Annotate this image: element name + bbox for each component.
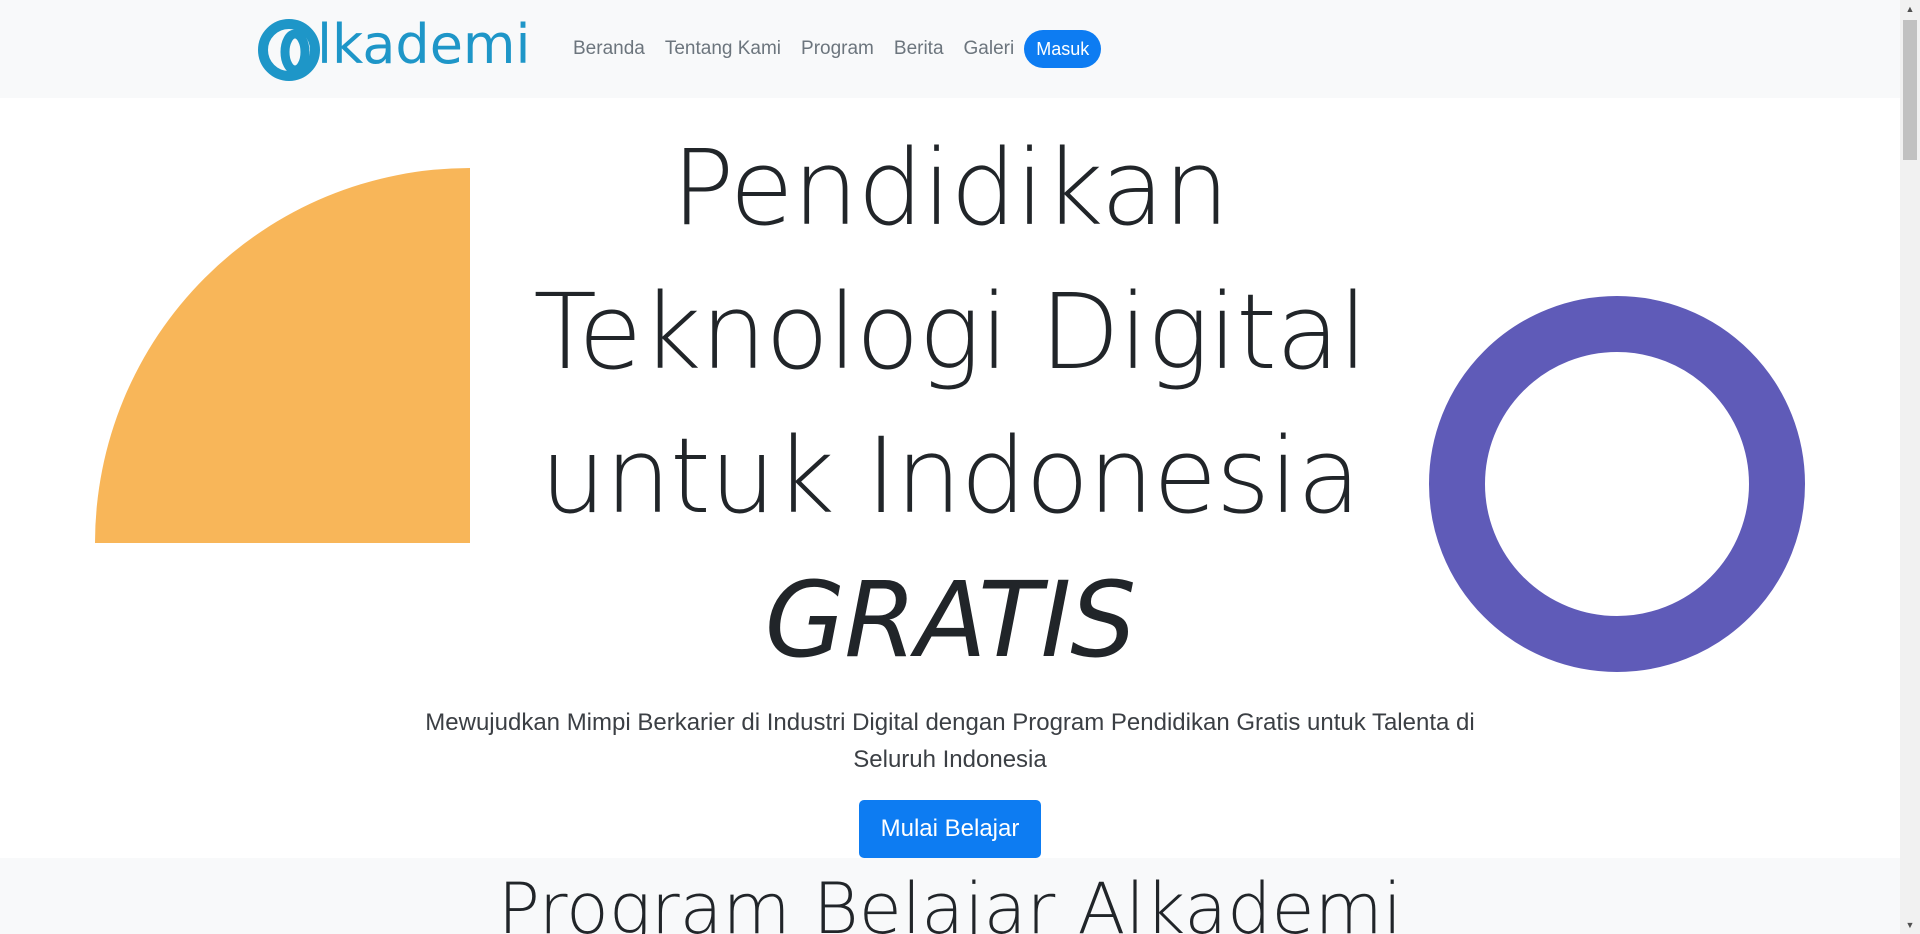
hero-title-line: Teknologi Digital	[533, 271, 1367, 393]
nav-link-program[interactable]: Program	[791, 30, 884, 68]
main-nav: Beranda Tentang Kami Program Berita Gale…	[563, 30, 1102, 68]
ring-decoration	[1429, 296, 1805, 672]
alkademi-logo-icon	[255, 12, 327, 84]
brand-name: lkademi	[317, 13, 531, 76]
program-section: Program Belajar Alkademi	[0, 858, 1900, 934]
quarter-circle-decoration	[95, 168, 470, 543]
hero-title-line: untuk Indonesia	[540, 415, 1361, 537]
brand-logo-link[interactable]: lkademi	[255, 10, 531, 86]
login-button[interactable]: Masuk	[1024, 30, 1102, 68]
hero-title-emphasis: GRATIS	[764, 559, 1137, 681]
scrollbar-thumb[interactable]	[1903, 20, 1917, 160]
hero-section: Pendidikan Teknologi Digital untuk Indon…	[0, 98, 1900, 858]
nav-link-berita[interactable]: Berita	[884, 30, 954, 68]
nav-link-tentang-kami[interactable]: Tentang Kami	[655, 30, 791, 68]
hero-title: Pendidikan Teknologi Digital untuk Indon…	[450, 116, 1450, 692]
triangle-down-icon[interactable]: ▼	[1900, 916, 1920, 934]
program-section-title: Program Belajar Alkademi	[497, 868, 1403, 934]
triangle-up-icon[interactable]: ▲	[1900, 0, 1920, 18]
hero-subtitle: Mewujudkan Mimpi Berkarier di Industri D…	[425, 709, 1475, 773]
hero-title-line: Pendidikan	[671, 127, 1230, 249]
nav-link-beranda[interactable]: Beranda	[563, 30, 655, 68]
page: lkademi Beranda Tentang Kami Program Ber…	[0, 0, 1920, 934]
start-learning-button[interactable]: Mulai Belajar	[859, 800, 1041, 858]
page-scrollbar[interactable]: ▲ ▼	[1900, 0, 1920, 934]
nav-link-galeri[interactable]: Galeri	[954, 30, 1025, 68]
navbar: lkademi Beranda Tentang Kami Program Ber…	[0, 0, 1900, 98]
